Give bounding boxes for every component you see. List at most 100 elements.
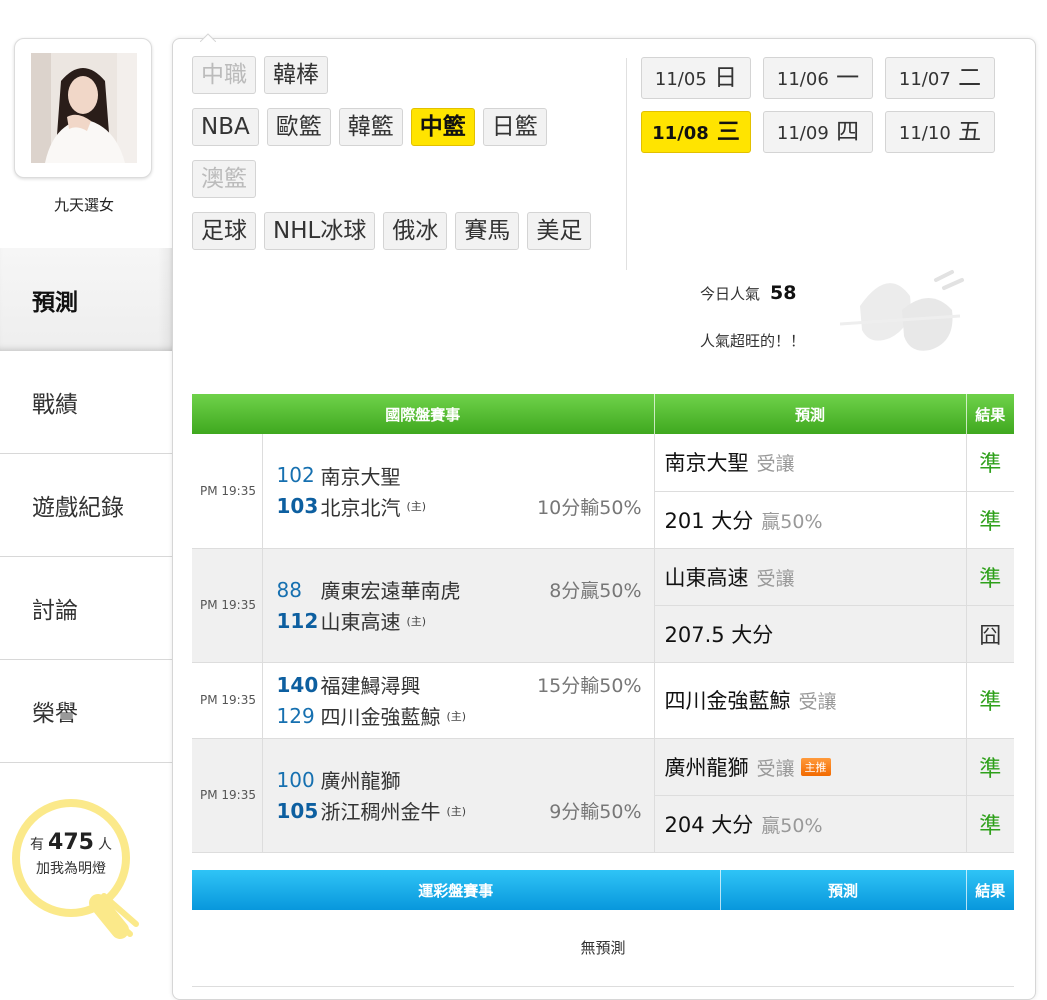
- date-option-selected[interactable]: 11/08 三: [641, 111, 751, 153]
- prediction-detail: 受讓: [756, 567, 795, 590]
- game-matchup: 102 南京大聖 103 北京北汽 (主) 10分輸50%: [262, 434, 655, 549]
- result-cell: 準: [966, 491, 1015, 549]
- panel-pointer: [200, 33, 216, 42]
- category-row-other-basketball: 澳籃: [192, 160, 622, 198]
- team-name: 南京大聖: [320, 464, 401, 489]
- category-row-baseball: 中職 韓棒: [192, 56, 622, 94]
- team-name: 浙江稠州金牛: [320, 800, 441, 824]
- date-md: 11/08: [652, 123, 709, 144]
- team-number: 140: [276, 672, 319, 697]
- nav-item-game-history[interactable]: 遊戲紀錄: [0, 454, 172, 557]
- prediction-pick: 山東高速: [664, 565, 749, 590]
- date-option[interactable]: 11/06 一: [763, 57, 873, 99]
- game-matchup: 88 廣東宏遠華南虎 8分贏50% 112 山東高速 (主): [262, 548, 655, 663]
- prediction-pick: 204 大分: [664, 812, 754, 837]
- category-horse-racing[interactable]: 賽馬: [455, 212, 520, 250]
- category-kbo[interactable]: 韓棒: [264, 56, 328, 94]
- team-name: 福建鱘潯興: [320, 674, 421, 698]
- category-soccer[interactable]: 足球: [192, 212, 256, 250]
- date-dow: 五: [958, 119, 982, 145]
- game-time: PM 19:35: [192, 738, 263, 853]
- popularity-note: 人氣超旺的！！: [700, 332, 806, 350]
- column-header-prediction: 預測: [720, 870, 967, 910]
- prediction-cell: 201 大分 贏50%: [654, 491, 967, 549]
- table-row: PM 19:35 102 南京大聖 103 北京北汽 (主) 10分輸50% 南…: [192, 434, 1015, 549]
- away-team: 102 南京大聖: [277, 460, 642, 491]
- away-team: 140 福建鱘潯興 15分輸50%: [277, 669, 642, 700]
- category-japan-basketball[interactable]: 日籃: [482, 108, 547, 146]
- table-row: PM 19:35 140 福建鱘潯興 15分輸50% 129 四川金強藍鯨 (主…: [192, 662, 1015, 739]
- column-header-result: 結果: [966, 394, 1015, 434]
- result-cell: 準: [966, 434, 1015, 492]
- date-md: 11/05: [654, 69, 707, 90]
- prediction-pick: 201 大分: [664, 508, 754, 533]
- lamp-count: 475: [48, 830, 94, 855]
- result-cell: 準: [966, 662, 1015, 739]
- sports-lottery-table: 運彩盤賽事 預測 結果 無預測: [192, 870, 1014, 987]
- nav-item-discussion[interactable]: 討論: [0, 557, 172, 660]
- filter-divider: [626, 58, 627, 270]
- home-team: 103 北京北汽 (主) 10分輸50%: [277, 491, 642, 522]
- nav-item-label: 遊戲紀錄: [32, 495, 124, 521]
- team-name: 四川金強藍鯨: [320, 705, 441, 729]
- category-china-basketball[interactable]: 中籃: [410, 108, 475, 146]
- category-australia-basketball: 澳籃: [192, 160, 256, 198]
- table-row: PM 19:35 100 廣州龍獅 105 浙江稠州金牛 (主) 9分輸50% …: [192, 738, 1015, 853]
- prediction-detail: 受讓: [756, 757, 795, 780]
- home-mark: (主): [406, 500, 427, 514]
- avatar-card[interactable]: [14, 38, 152, 178]
- empty-state: 無預測: [192, 910, 1014, 987]
- avatar[interactable]: [31, 53, 137, 163]
- username: 九天選女: [53, 196, 114, 214]
- category-row-basketball: NBA 歐籃 韓籃 中籃 日籃: [192, 108, 622, 146]
- handicap-line: 8分贏50%: [549, 580, 642, 602]
- date-option[interactable]: 11/10 五: [885, 111, 995, 153]
- team-number: 129: [276, 703, 315, 728]
- category-cpbl: 中職: [192, 56, 256, 94]
- date-md: 11/06: [776, 69, 829, 90]
- date-md: 11/09: [776, 123, 829, 144]
- column-header-prediction: 預測: [654, 394, 967, 434]
- prediction-pick: 廣州龍獅: [664, 755, 749, 780]
- nav-item-record[interactable]: 戰績: [0, 351, 172, 454]
- lamp-suffix: 人: [97, 837, 112, 853]
- lamp-follow-widget[interactable]: 有 475 人 加我為明燈: [12, 798, 160, 948]
- popularity-value: 58: [770, 282, 797, 304]
- date-option[interactable]: 11/09 四: [763, 111, 873, 153]
- category-khl[interactable]: 俄冰: [383, 212, 448, 250]
- prediction-pick: 四川金強藍鯨: [664, 689, 791, 713]
- category-nba[interactable]: NBA: [192, 108, 259, 146]
- game-time: PM 19:35: [192, 434, 263, 549]
- date-option[interactable]: 11/07 二: [885, 57, 995, 99]
- team-number: 105: [276, 798, 319, 823]
- prediction-cell: 207.5 大分: [654, 605, 967, 663]
- nav-item-honors[interactable]: 榮譽: [0, 660, 172, 763]
- away-team: 100 廣州龍獅: [277, 764, 642, 795]
- prediction-cell: 廣州龍獅 受讓 主推: [654, 738, 967, 796]
- column-header-result: 結果: [966, 870, 1014, 910]
- category-korea-basketball[interactable]: 韓籃: [338, 108, 403, 146]
- prediction-cell: 204 大分 贏50%: [654, 795, 967, 853]
- lamp-count-line: 有 475 人: [12, 830, 130, 855]
- date-option[interactable]: 11/05 日: [641, 57, 751, 99]
- date-dow: 四: [836, 119, 860, 145]
- date-md: 11/10: [898, 123, 951, 144]
- nav-item-predictions[interactable]: 預測: [0, 248, 172, 351]
- category-euro-basketball[interactable]: 歐籃: [266, 108, 331, 146]
- prediction-pick: 207.5 大分: [664, 622, 774, 647]
- column-header-games: 國際盤賽事: [192, 394, 655, 434]
- category-nhl[interactable]: NHL冰球: [264, 212, 376, 250]
- category-american-football[interactable]: 美足: [527, 212, 592, 250]
- home-team: 112 山東高速 (主): [277, 605, 642, 636]
- handicap-line: 9分輸50%: [549, 801, 642, 823]
- team-number: 88: [276, 577, 302, 602]
- prediction-detail: 贏50%: [761, 510, 823, 533]
- team-name: 北京北汽: [320, 495, 401, 520]
- team-number: 112: [276, 608, 319, 633]
- result-cell: 準: [966, 738, 1015, 796]
- team-name: 廣州龍獅: [320, 769, 401, 793]
- sidebar: 九天選女 預測 戰績 遊戲紀錄 討論 榮譽 有 475 人 加我為明燈: [0, 0, 172, 1000]
- lamp-caption: 加我為明燈: [36, 861, 106, 877]
- prediction-detail: 受讓: [798, 691, 837, 713]
- game-time: PM 19:35: [192, 548, 263, 663]
